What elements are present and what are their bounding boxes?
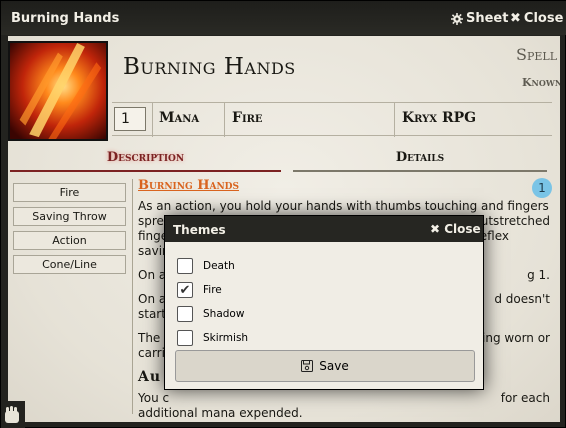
description-heading[interactable]: Burning Hands [138,178,550,193]
checkbox[interactable] [177,258,193,274]
mana-label: Mana [159,110,200,126]
description-paragraph: You c for each additional mana expended. [138,391,550,421]
theme-option-label: Death [203,260,235,272]
save-button[interactable]: Save [175,350,475,382]
gear-icon [451,12,463,25]
paragraph-tail: g 1. [527,268,550,282]
theme-option-fire[interactable]: ✔ Fire [177,282,222,298]
close-icon: ✖ [510,11,521,26]
paragraph-tail: for each [500,391,550,405]
system-field[interactable]: Kryx RPG [402,110,476,132]
paragraph-tail: d doesn't [494,292,550,306]
checkbox[interactable] [177,306,193,322]
divider [152,103,153,137]
element-field[interactable]: Fire [232,110,263,132]
paragraph-start: On a [138,292,167,306]
theme-option-shadow[interactable]: Shadow [177,306,244,322]
sheet-button-label: Sheet [466,11,509,26]
paragraph-start: On a [138,268,167,282]
divider [394,103,395,137]
item-type-label: Spell [516,45,558,64]
tag-saving-throw[interactable]: Saving Throw [13,207,126,226]
dialog-title: Themes [173,223,226,237]
sheet-button[interactable]: Sheet [451,11,508,26]
hand-icon[interactable] [1,401,25,428]
dialog-close-label: Close [444,222,481,236]
theme-option-label: Skirmish [203,332,249,344]
tags-list: Fire Saving Throw Action Cone/Line [13,183,126,279]
close-button-label: Close [523,11,564,26]
theme-option-label: Shadow [203,308,245,320]
fire-image-icon [10,43,106,139]
paragraph-line: additional mana expended. [138,406,303,420]
close-button[interactable]: ✖ Close [510,11,563,26]
divider [132,179,133,414]
close-icon: ✖ [430,222,441,236]
tab-description[interactable]: Description [10,144,281,172]
tag-action[interactable]: Action [13,231,126,250]
tab-details[interactable]: Details [293,144,547,172]
dialog-header[interactable]: Themes ✖ Close [165,216,483,242]
checkbox-checked[interactable]: ✔ [177,282,193,298]
dialog-close-button[interactable]: ✖ Close [430,222,481,236]
save-button-label: Save [319,359,349,373]
spell-status-label: Known [522,76,560,89]
sheet-tabs: Description Details [8,144,560,174]
paragraph-tail: ing worn or [482,331,550,345]
spell-portrait[interactable] [8,41,108,141]
theme-option-skirmish[interactable]: Skirmish [177,330,248,346]
tag-cone-line[interactable]: Cone/Line [13,255,126,274]
spell-properties-row: 1 Mana Fire Kryx RPG [112,102,552,137]
spell-name[interactable]: Burning Hands [123,54,296,80]
mana-cost-input[interactable]: 1 [114,107,146,131]
theme-option-label: Fire [203,284,222,296]
theme-option-death[interactable]: Death [177,258,235,274]
save-icon [301,360,314,372]
themes-dialog: Themes ✖ Close Death ✔ Fire Shadow Skirm… [164,215,484,390]
window-titlebar[interactable]: Burning Hands Sheet ✖ Close [1,1,566,35]
window-title: Burning Hands [11,11,120,26]
divider [224,103,225,137]
tag-fire[interactable]: Fire [13,183,126,202]
paragraph-start: You c [138,391,170,405]
checkbox[interactable] [177,330,193,346]
